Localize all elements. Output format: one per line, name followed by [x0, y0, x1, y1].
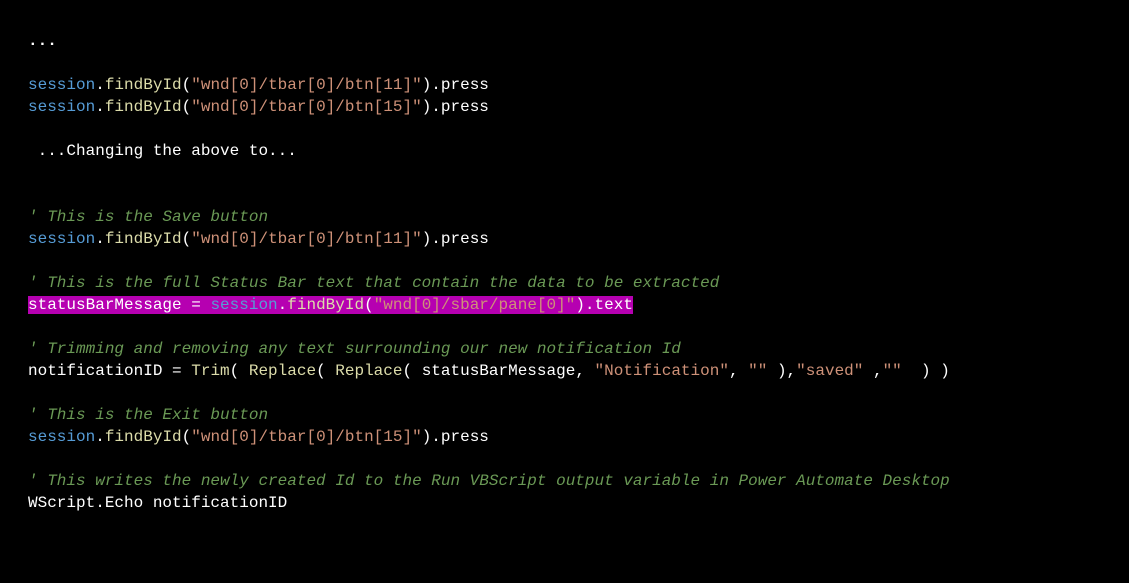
comment-line: ' This is the Exit button [28, 404, 1101, 426]
selection-highlight: statusBarMessage = session.findById("wnd… [28, 296, 633, 314]
comment-line: ' This is the Save button [28, 206, 1101, 228]
code-line-dots: ... [28, 30, 1101, 52]
blank-line [28, 52, 1101, 74]
code-line: session.findById("wnd[0]/tbar[0]/btn[15]… [28, 426, 1101, 448]
comment-line: ' Trimming and removing any text surroun… [28, 338, 1101, 360]
blank-line [28, 184, 1101, 206]
blank-line [28, 250, 1101, 272]
comment-line: ' This writes the newly created Id to th… [28, 470, 1101, 492]
blank-line [28, 162, 1101, 184]
code-line: session.findById("wnd[0]/tbar[0]/btn[11]… [28, 74, 1101, 96]
blank-line [28, 118, 1101, 140]
code-line: session.findById("wnd[0]/tbar[0]/btn[15]… [28, 96, 1101, 118]
blank-line [28, 316, 1101, 338]
code-line-changing: ...Changing the above to... [28, 140, 1101, 162]
code-line: WScript.Echo notificationID [28, 492, 1101, 514]
code-line: notificationID = Trim( Replace( Replace(… [28, 360, 1101, 382]
comment-line: ' This is the full Status Bar text that … [28, 272, 1101, 294]
code-line: session.findById("wnd[0]/tbar[0]/btn[11]… [28, 228, 1101, 250]
blank-line [28, 382, 1101, 404]
blank-line [28, 448, 1101, 470]
highlighted-code-line: statusBarMessage = session.findById("wnd… [28, 294, 1101, 316]
